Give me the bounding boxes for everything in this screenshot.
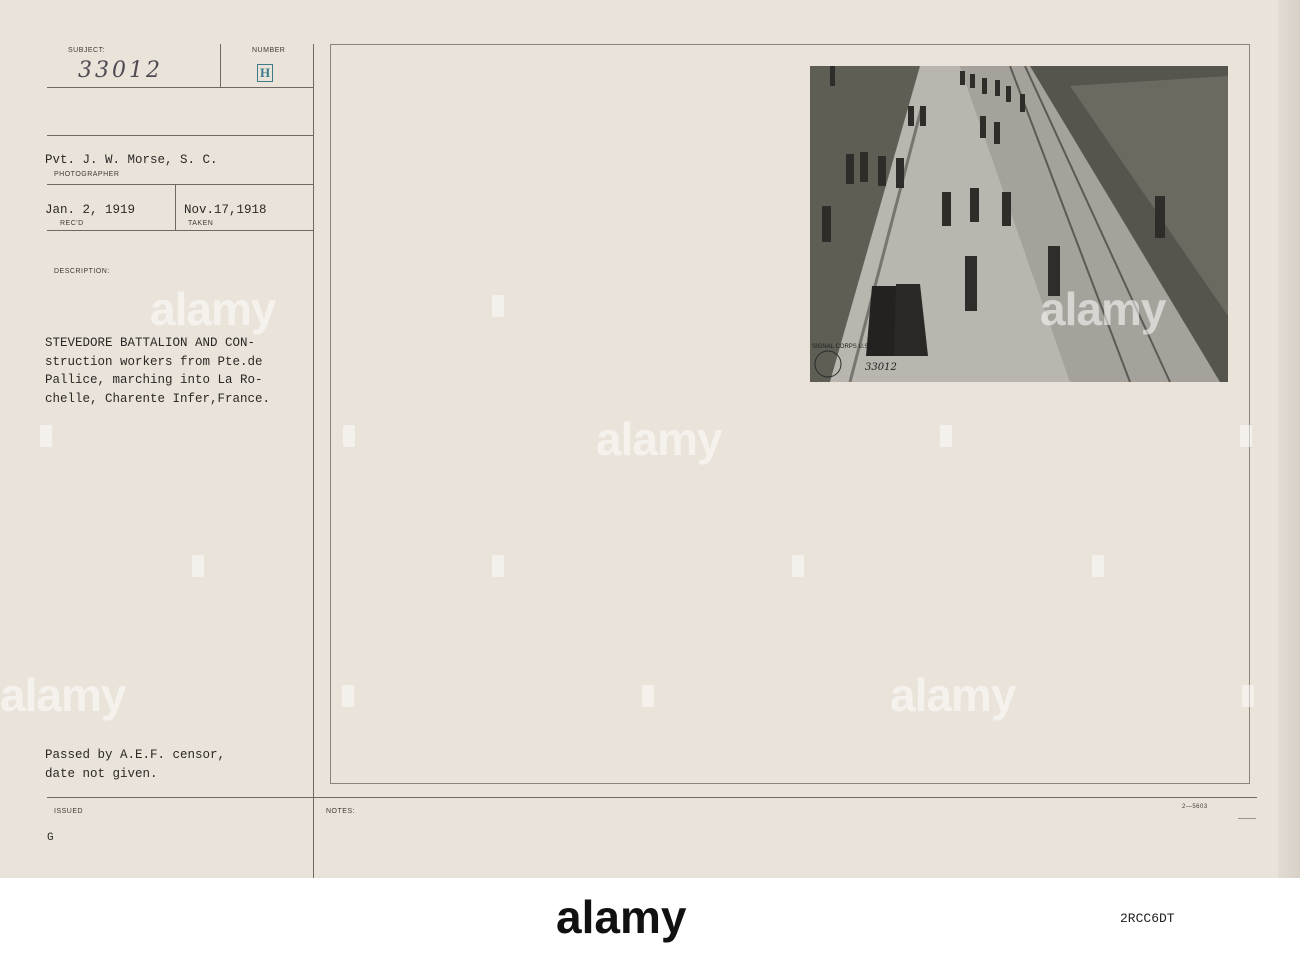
censor-note: Passed by A.E.F. censor, date not given. bbox=[45, 746, 225, 783]
watermark-square bbox=[192, 555, 204, 577]
record-card: SUBJECT: 33012 NUMBER H Pvt. J. W. Morse… bbox=[0, 0, 1300, 878]
photographer-label: PHOTOGRAPHER bbox=[54, 171, 120, 178]
divider-left-column bbox=[313, 44, 314, 878]
issued-value: G bbox=[47, 832, 54, 844]
watermark-square bbox=[342, 685, 354, 707]
censor-line: date not given. bbox=[45, 766, 158, 781]
divider-footer bbox=[47, 797, 1257, 798]
watermark-square bbox=[940, 425, 952, 447]
signal-corps-mark: SIGNAL CORPS U.S.A. bbox=[812, 344, 876, 350]
watermark-square bbox=[492, 295, 504, 317]
received-date: Jan. 2, 1919 bbox=[45, 203, 136, 217]
watermark-square bbox=[1242, 685, 1254, 707]
subject-number-handwritten: 33012 bbox=[78, 58, 163, 83]
notes-label: NOTES: bbox=[326, 808, 356, 815]
divider-received-taken bbox=[175, 184, 176, 230]
description-label: DESCRIPTION: bbox=[54, 268, 110, 275]
divider-under-dates bbox=[47, 230, 313, 231]
form-code: 2—5603 bbox=[1182, 804, 1208, 810]
description-line: chelle, Charente Infer,France. bbox=[45, 391, 271, 406]
taken-label: TAKEN bbox=[188, 220, 214, 227]
divider-footer-right bbox=[1238, 818, 1256, 819]
watermark-square bbox=[642, 685, 654, 707]
divider-under-header bbox=[47, 135, 313, 136]
divider-under-photographer bbox=[47, 184, 313, 185]
watermark-square bbox=[792, 555, 804, 577]
watermark: alamy bbox=[0, 669, 126, 721]
divider-image-frame-left bbox=[330, 44, 331, 784]
subject-label: SUBJECT: bbox=[68, 47, 106, 54]
watermark: alamy bbox=[890, 669, 1016, 721]
watermark-square bbox=[40, 425, 52, 447]
taken-date: Nov.17,1918 bbox=[184, 203, 267, 217]
alamy-logo: alamy bbox=[556, 891, 687, 943]
card-edge-shadow bbox=[1278, 0, 1300, 878]
watermark-square bbox=[1092, 555, 1104, 577]
divider-image-frame-bottom bbox=[330, 783, 1250, 784]
description-line: STEVEDORE BATTALION AND CON- bbox=[45, 336, 256, 350]
stock-code: 2RCC6DT bbox=[1120, 911, 1175, 926]
divider-image-frame-top bbox=[330, 44, 1250, 45]
watermark-square bbox=[1240, 425, 1252, 447]
divider-image-frame-right bbox=[1249, 44, 1250, 784]
number-stamp: H bbox=[257, 64, 273, 82]
issued-label: ISSUED bbox=[54, 808, 84, 815]
watermark: alamy bbox=[150, 283, 276, 335]
divider-under-subject bbox=[47, 87, 313, 88]
description-line: Pallice, marching into La Ro- bbox=[45, 373, 263, 387]
number-label: NUMBER bbox=[252, 47, 286, 54]
watermark-square bbox=[343, 425, 355, 447]
watermark: alamy bbox=[1040, 283, 1166, 335]
stock-footer: alamy 2RCC6DT bbox=[0, 878, 1300, 967]
censor-line: Passed by A.E.F. censor, bbox=[45, 748, 226, 762]
photographer-name: Pvt. J. W. Morse, S. C. bbox=[45, 153, 218, 167]
watermark-square bbox=[492, 555, 504, 577]
divider-subject-number bbox=[220, 44, 221, 87]
description-line: struction workers from Pte.de bbox=[45, 354, 263, 369]
description-text: STEVEDORE BATTALION AND CON- struction w… bbox=[45, 334, 270, 408]
negative-number: 33012 bbox=[865, 362, 897, 373]
watermark: alamy bbox=[596, 413, 722, 465]
received-label: REC'D bbox=[60, 220, 84, 227]
